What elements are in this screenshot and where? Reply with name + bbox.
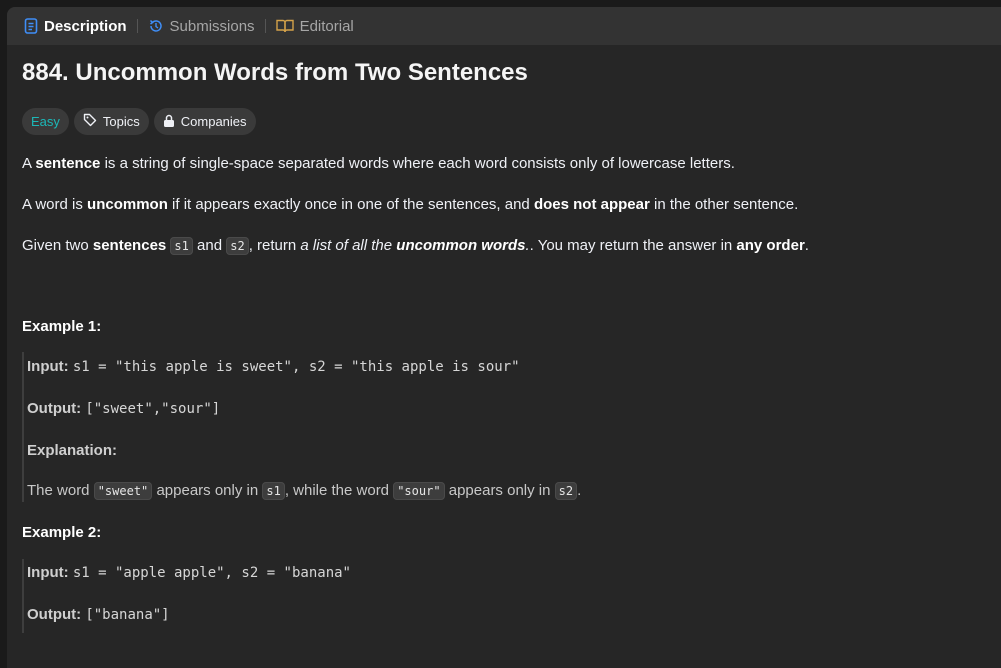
output-value: ["sweet","sour"] [85, 401, 221, 417]
italic-text: a list of all the [300, 237, 397, 254]
problem-description: A sentence is a string of single-space s… [22, 154, 982, 277]
text-span: , return [248, 237, 301, 254]
tab-description[interactable]: Description [18, 7, 133, 45]
example-1-input: Input: s1 = "this apple is sweet", s2 = … [27, 358, 520, 375]
tab-submissions[interactable]: Submissions [142, 7, 261, 45]
input-label: Input: [27, 358, 69, 375]
tab-description-label: Description [44, 17, 127, 35]
example-2-title: Example 2: [22, 524, 102, 541]
example-2-input: Input: s1 = "apple apple", s2 = "banana" [27, 564, 351, 581]
description-paragraph: A sentence is a string of single-space s… [22, 154, 982, 195]
inline-code: "sour" [393, 482, 445, 500]
input-label: Input: [27, 564, 69, 581]
output-label: Output: [27, 400, 82, 417]
tab-submissions-label: Submissions [169, 17, 255, 35]
example-1-title: Example 1: [22, 318, 102, 335]
companies-button[interactable]: Companies [153, 108, 256, 135]
bold-term: does not appear [533, 196, 650, 213]
inline-code: "sweet" [93, 482, 153, 500]
example-1-explanation: The word "sweet" appears only in s1, whi… [27, 482, 582, 500]
bold-term: any order [736, 237, 805, 254]
text-span: in the other sentence. [649, 196, 799, 213]
tab-editorial[interactable]: Editorial [270, 7, 360, 45]
inline-code: s1 [262, 482, 285, 500]
bold-term: uncommon [87, 196, 168, 213]
text-span: is a string of single-space separated wo… [100, 155, 735, 172]
tab-divider [264, 19, 266, 33]
example-1-explanation-label: Explanation: [27, 442, 117, 459]
inline-code: s1 [170, 237, 193, 255]
text-span: . [804, 237, 809, 254]
text-span: The word [27, 482, 94, 499]
description-panel: Description Submissions Editorial 884. U… [7, 7, 1001, 668]
bold-term: sentence [35, 155, 101, 172]
difficulty-label: Easy [31, 114, 60, 129]
tab-divider [136, 19, 138, 33]
bold-italic-term: uncommon words [396, 237, 526, 254]
example-1-output: Output: ["sweet","sour"] [27, 400, 220, 417]
text-span: A word is [22, 196, 88, 213]
text-span: . You may return the answer in [529, 237, 737, 254]
book-icon [275, 19, 294, 33]
text-span: , while the word [284, 482, 394, 499]
description-icon [24, 18, 38, 34]
bold-term: sentences [92, 237, 167, 254]
problem-tags: Easy Topics Companies [22, 108, 256, 135]
inline-code: s2 [226, 237, 249, 255]
companies-label: Companies [180, 114, 247, 129]
text-span: appears only in [444, 482, 555, 499]
description-paragraph: Given two sentences s1 and s2, return a … [22, 237, 809, 255]
example-2-output: Output: ["banana"] [27, 606, 170, 623]
input-value: s1 = "this apple is sweet", s2 = "this a… [72, 359, 520, 375]
text-span: A [22, 155, 36, 172]
output-label: Output: [27, 606, 82, 623]
description-paragraph: A word is uncommon if it appears exactly… [22, 195, 982, 236]
history-icon [148, 18, 164, 34]
difficulty-badge: Easy [22, 108, 69, 135]
input-value: s1 = "apple apple", s2 = "banana" [72, 565, 351, 581]
text-span: appears only in [152, 482, 263, 499]
problem-title: 884. Uncommon Words from Two Sentences [22, 59, 528, 86]
text-span: Given two [22, 237, 93, 254]
lock-icon [163, 114, 175, 130]
topics-label: Topics [102, 114, 140, 129]
tab-bar: Description Submissions Editorial [7, 7, 1001, 45]
inline-code: s2 [554, 482, 578, 500]
text-span: and [192, 237, 227, 254]
explanation-label: Explanation: [27, 442, 118, 459]
tab-editorial-label: Editorial [299, 17, 354, 35]
tag-icon [83, 113, 97, 130]
topics-button[interactable]: Topics [73, 108, 149, 135]
text-span: . [577, 482, 582, 499]
output-value: ["banana"] [85, 607, 170, 623]
text-span: if it appears exactly once in one of the… [167, 196, 534, 213]
